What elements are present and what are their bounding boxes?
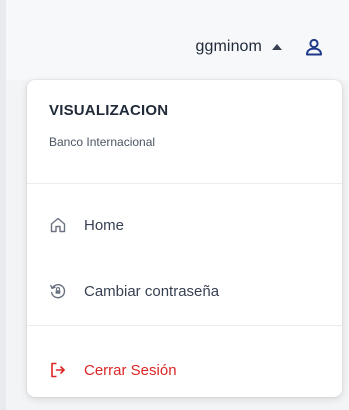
user-icon[interactable] <box>304 37 324 57</box>
menu-item-home[interactable]: Home <box>27 208 342 242</box>
logout-icon <box>49 361 67 379</box>
company-name: Banco Internacional <box>49 135 156 149</box>
caret-up-icon <box>272 44 282 50</box>
logout-label: Cerrar Sesión <box>84 361 177 379</box>
page: ggminom VISUALIZACION Banco Internaciona… <box>0 0 349 410</box>
username-label: ggminom <box>195 38 262 55</box>
reset-password-icon <box>49 282 67 300</box>
home-icon <box>49 216 67 234</box>
logout-button[interactable]: Cerrar Sesión <box>27 353 342 387</box>
menu-list: Home Cambiar contraseña <box>27 184 342 326</box>
menu-item-label: Cambiar contraseña <box>84 282 220 300</box>
menu-item-label: Home <box>84 216 125 234</box>
menu-item-change-password[interactable]: Cambiar contraseña <box>27 274 342 308</box>
user-dropdown-menu: VISUALIZACION Banco Internacional Home C… <box>27 80 342 397</box>
user-role: VISUALIZACION <box>49 102 169 119</box>
user-menu-toggle[interactable]: ggminom <box>195 36 324 58</box>
menu-header: VISUALIZACION Banco Internacional <box>27 80 342 184</box>
